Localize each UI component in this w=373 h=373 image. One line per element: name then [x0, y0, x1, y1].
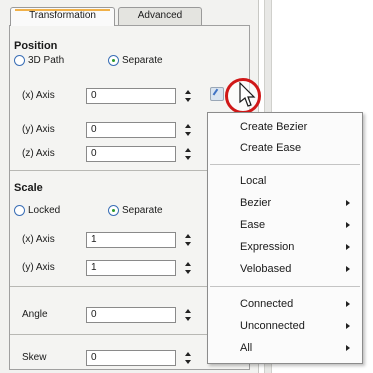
angle-field[interactable]: 0: [86, 307, 176, 323]
angle-spinner-icon[interactable]: [184, 309, 192, 321]
menu-separator: [210, 286, 360, 287]
menu-item-create-bezier[interactable]: Create Bezier: [208, 117, 362, 137]
position-y-field[interactable]: 0: [86, 122, 176, 138]
radio-scale-locked[interactable]: Locked: [14, 205, 60, 216]
position-z-label: (z) Axis: [22, 148, 55, 159]
menu-item-bezier[interactable]: Bezier: [208, 193, 362, 213]
tab-advanced[interactable]: Advanced: [118, 7, 202, 25]
radio-scale-separate-label: Separate: [122, 205, 163, 216]
menu-item-velobased[interactable]: Velobased: [208, 259, 362, 279]
scale-y-field[interactable]: 1: [86, 260, 176, 276]
radio-3d-path-indicator[interactable]: [14, 55, 25, 66]
position-y-label: (y) Axis: [22, 124, 55, 135]
position-x-field[interactable]: 0: [86, 88, 176, 104]
menu-item-connected[interactable]: Connected: [208, 294, 362, 314]
scale-x-spinner-icon[interactable]: [184, 234, 192, 246]
scale-x-label: (x) Axis: [22, 234, 55, 245]
menu-item-all[interactable]: All: [208, 338, 362, 358]
radio-position-separate-label: Separate: [122, 55, 163, 66]
menu-item-ease[interactable]: Ease: [208, 215, 362, 235]
radio-scale-separate-indicator[interactable]: [108, 205, 119, 216]
scale-x-field[interactable]: 1: [86, 232, 176, 248]
radio-scale-locked-indicator[interactable]: [14, 205, 25, 216]
menu-separator: [210, 164, 360, 165]
position-title: Position: [14, 40, 58, 52]
menu-item-local[interactable]: Local: [208, 171, 362, 191]
skew-field[interactable]: 0: [86, 350, 176, 366]
mouse-cursor-icon: [239, 82, 256, 107]
position-x-label: (x) Axis: [22, 90, 55, 101]
menu-item-expression[interactable]: Expression: [208, 237, 362, 257]
context-menu: Create Bezier Create Ease Local Bezier E…: [207, 112, 363, 364]
radio-position-separate-indicator[interactable]: [108, 55, 119, 66]
skew-spinner-icon[interactable]: [184, 352, 192, 364]
menu-item-unconnected[interactable]: Unconnected: [208, 316, 362, 336]
radio-scale-locked-label: Locked: [28, 205, 61, 216]
radio-scale-separate[interactable]: Separate: [108, 205, 163, 216]
position-z-spinner-icon[interactable]: [184, 148, 192, 160]
menu-item-create-ease[interactable]: Create Ease: [208, 138, 362, 158]
skew-label: Skew: [22, 352, 47, 363]
position-x-spinner-icon[interactable]: [184, 90, 192, 102]
position-y-spinner-icon[interactable]: [184, 124, 192, 136]
radio-3d-path-label: 3D Path: [28, 55, 65, 66]
function-editor-icon[interactable]: [210, 87, 224, 101]
scale-y-spinner-icon[interactable]: [184, 262, 192, 274]
radio-3d-path[interactable]: 3D Path: [14, 55, 64, 66]
scale-y-label: (y) Axis: [22, 262, 55, 273]
radio-position-separate[interactable]: Separate: [108, 55, 163, 66]
tab-transformation[interactable]: Transformation: [10, 7, 115, 26]
scale-title: Scale: [14, 182, 43, 194]
position-z-field[interactable]: 0: [86, 146, 176, 162]
angle-label: Angle: [22, 309, 48, 320]
